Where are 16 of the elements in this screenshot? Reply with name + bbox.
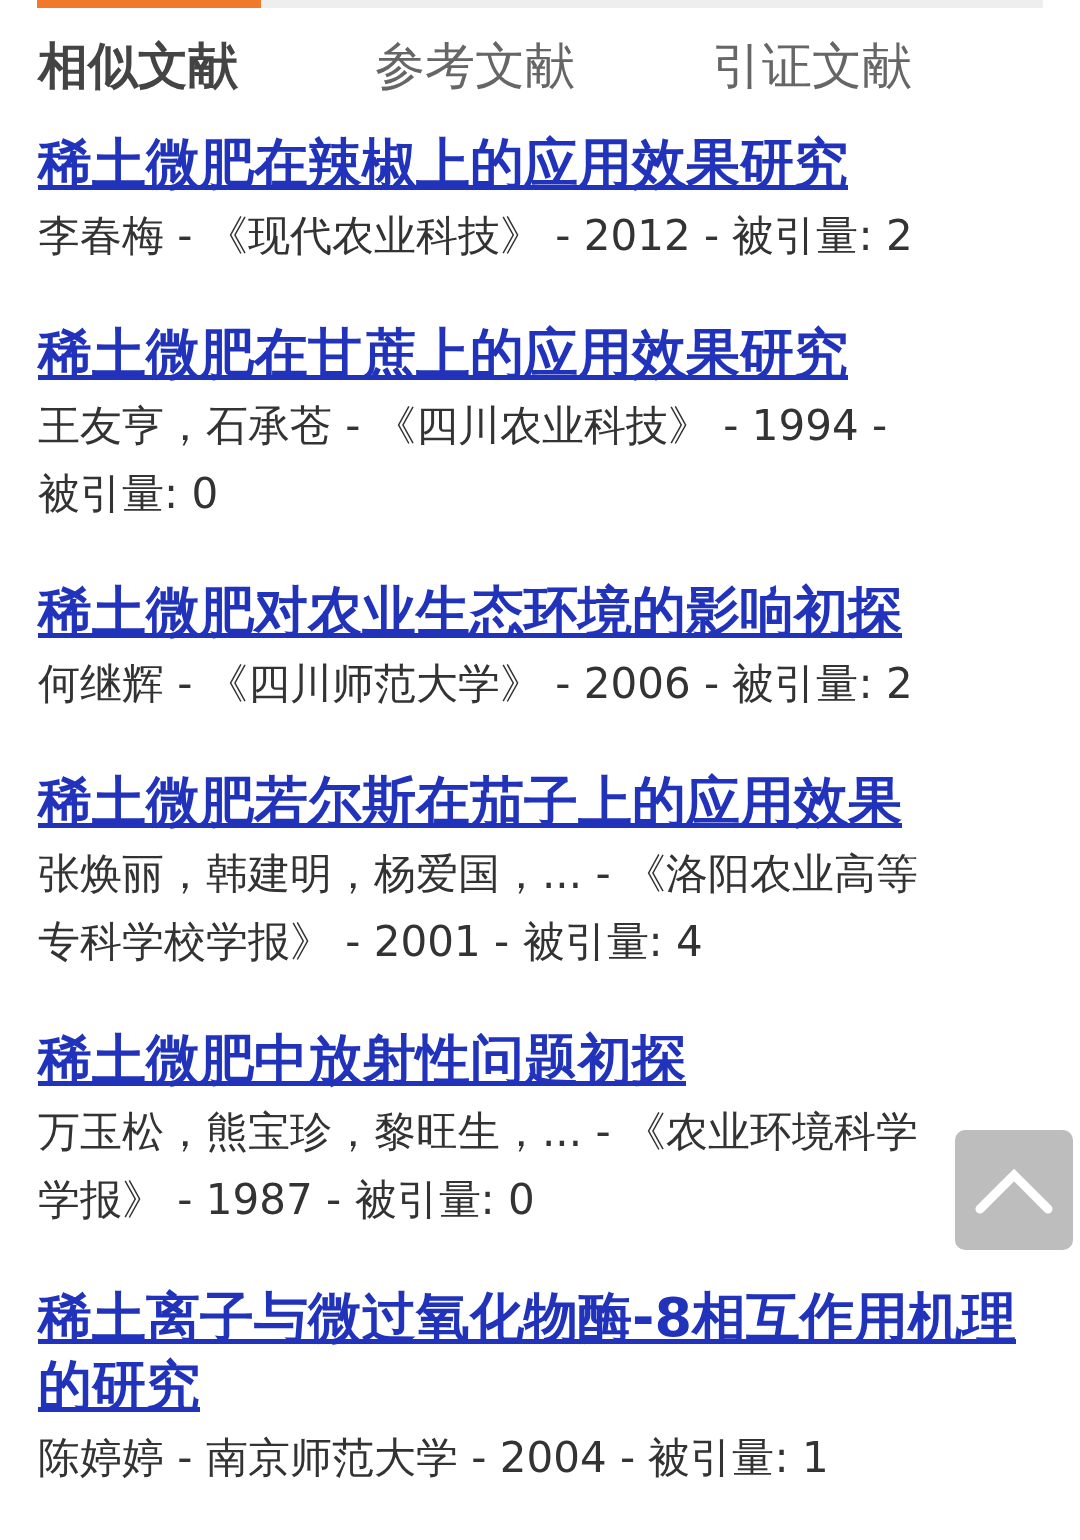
article-meta: 何继辉 - 《四川师范大学》 - 2006 - 被引量: 2 <box>38 658 914 710</box>
article-meta: 张焕丽，韩建明，杨爱国，... - 《洛阳农业高等专科学校学报》 - 2001 - 被引量: 4 <box>38 848 919 968</box>
article-title-link[interactable]: 稀土微肥中放射性问题初探 <box>38 1026 1040 1094</box>
article-title-link[interactable]: 稀土微肥对农业生态环境的影响初探 <box>38 578 1040 646</box>
scroll-to-top-button[interactable] <box>955 1130 1073 1250</box>
article-title-link[interactable]: 稀土离子与微过氧化物酶-8相互作用机理的研究 <box>38 1284 1040 1420</box>
article-meta: 陈婷婷 - 南京师范大学 - 2004 - 被引量: 1 <box>38 1432 830 1484</box>
tab[interactable]: 参考文献 <box>375 30 712 102</box>
article-meta: 王友亨，石承苍 - 《四川农业科技》 - 1994 - 被引量: 0 <box>38 400 889 520</box>
article-title-link[interactable]: 稀土微肥若尔斯在茄子上的应用效果 <box>38 768 1040 836</box>
article-title-link[interactable]: 稀土微肥在辣椒上的应用效果研究 <box>38 130 1040 198</box>
tab[interactable]: 相似文献 <box>38 30 375 102</box>
tab[interactable]: 引证文献 <box>712 30 1049 102</box>
article-meta: 李春梅 - 《现代农业科技》 - 2012 - 被引量: 2 <box>38 210 914 262</box>
article-meta: 万玉松，熊宝珍，黎旺生，... - 《农业环境科学学报》 - 1987 - 被引量: 0 <box>38 1106 919 1226</box>
article-title-link[interactable]: 稀土微肥在甘蔗上的应用效果研究 <box>38 320 1040 388</box>
